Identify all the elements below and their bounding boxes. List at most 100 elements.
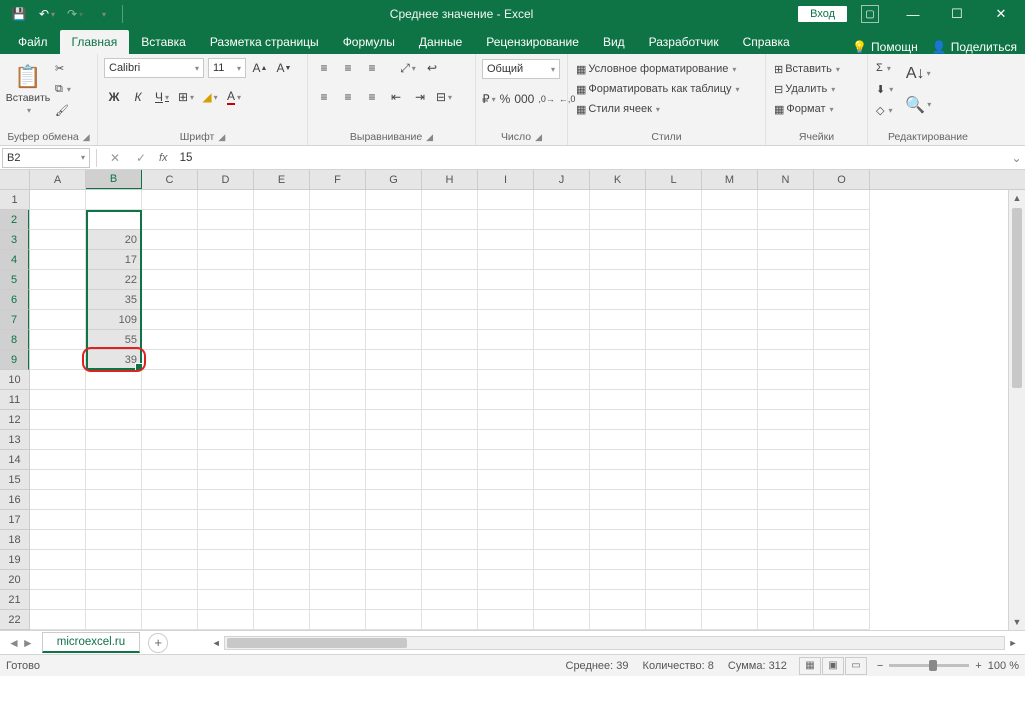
cell[interactable] [86,430,142,450]
login-button[interactable]: Вход [798,6,847,22]
cell[interactable] [758,450,814,470]
horizontal-scrollbar[interactable]: ◄ ► [208,636,1021,650]
cell[interactable] [534,550,590,570]
cell[interactable] [758,190,814,210]
cell[interactable] [758,330,814,350]
fill-button[interactable]: ⬇▾ [874,80,895,98]
cell[interactable] [422,490,478,510]
align-right-icon[interactable]: ≡ [362,87,382,107]
conditional-formatting-button[interactable]: ▦Условное форматирование▾ [574,60,759,78]
cell[interactable] [310,330,366,350]
zoom-level[interactable]: 100 % [988,660,1019,672]
cell[interactable] [30,230,86,250]
cell[interactable] [590,450,646,470]
cell[interactable] [422,590,478,610]
cell[interactable] [646,390,702,410]
cell[interactable] [422,290,478,310]
cut-button[interactable]: ✂ [53,59,73,77]
cell[interactable] [254,610,310,630]
cell[interactable] [646,270,702,290]
cell[interactable] [814,470,870,490]
cell[interactable] [198,490,254,510]
row-header[interactable]: 14 [0,450,29,470]
cell[interactable] [534,590,590,610]
cell[interactable] [702,370,758,390]
cell[interactable] [702,530,758,550]
cell[interactable] [646,490,702,510]
italic-button[interactable]: К [128,87,148,107]
cell[interactable] [478,190,534,210]
cell[interactable] [758,390,814,410]
cell[interactable] [702,230,758,250]
cell[interactable] [534,410,590,430]
cell[interactable] [702,490,758,510]
row-header[interactable]: 19 [0,550,29,570]
cell[interactable] [142,450,198,470]
cell[interactable] [310,410,366,430]
cell[interactable] [142,610,198,630]
cell[interactable] [142,330,198,350]
cell[interactable] [534,330,590,350]
cell[interactable] [702,190,758,210]
cell[interactable] [86,410,142,430]
cell[interactable]: 22 [86,270,142,290]
bold-button[interactable]: Ж [104,87,124,107]
cell[interactable] [478,490,534,510]
cell[interactable] [254,490,310,510]
row-header[interactable]: 18 [0,530,29,550]
cell[interactable] [310,470,366,490]
cell[interactable] [310,490,366,510]
normal-view-icon[interactable]: ▦ [799,657,821,675]
cell[interactable] [646,410,702,430]
cell[interactable] [646,510,702,530]
cell[interactable] [198,310,254,330]
sheet-nav-prev-icon[interactable]: ◄ [8,636,20,650]
align-left-icon[interactable]: ≡ [314,87,334,107]
cell[interactable] [702,270,758,290]
cell[interactable] [422,250,478,270]
cell[interactable] [142,490,198,510]
cell[interactable] [366,390,422,410]
cell[interactable] [646,230,702,250]
cell[interactable] [310,270,366,290]
cell[interactable] [86,570,142,590]
cell[interactable] [646,290,702,310]
row-header[interactable]: 6 [0,290,29,310]
row-header[interactable]: 2 [0,210,29,230]
cell[interactable] [758,550,814,570]
cell[interactable] [534,510,590,530]
cell[interactable] [142,390,198,410]
cell[interactable] [422,530,478,550]
cell[interactable] [422,350,478,370]
cell[interactable] [366,230,422,250]
cell[interactable] [534,570,590,590]
cell[interactable] [310,370,366,390]
cell[interactable] [142,410,198,430]
cell[interactable] [534,530,590,550]
underline-button[interactable]: Ч▾ [152,87,172,107]
cell[interactable] [198,250,254,270]
cell[interactable] [366,430,422,450]
cell[interactable] [590,590,646,610]
cell[interactable] [198,470,254,490]
cell[interactable] [814,590,870,610]
cell[interactable] [30,590,86,610]
copy-button[interactable]: ⧉▾ [53,80,73,98]
column-header[interactable]: G [366,170,422,189]
cell[interactable] [142,310,198,330]
cell[interactable] [142,430,198,450]
cell[interactable] [198,510,254,530]
cell[interactable] [702,430,758,450]
cell[interactable] [30,350,86,370]
cell[interactable] [366,350,422,370]
tab-insert[interactable]: Вставка [129,30,198,54]
cell[interactable] [198,390,254,410]
cell[interactable] [142,210,198,230]
cell[interactable] [590,290,646,310]
formula-bar[interactable]: 15 [168,152,1008,164]
cell[interactable] [30,390,86,410]
cell[interactable] [702,350,758,370]
cell[interactable] [702,610,758,630]
cell[interactable] [198,610,254,630]
undo-icon[interactable]: ↶▾ [36,3,58,25]
